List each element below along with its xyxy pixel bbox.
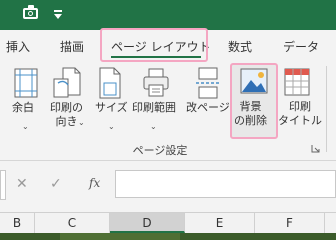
formula-input[interactable] — [115, 170, 336, 198]
column-header-c[interactable]: C — [35, 213, 110, 233]
column-header-e[interactable]: E — [185, 213, 255, 233]
column-header-d[interactable]: D — [110, 213, 185, 233]
print-titles-icon[interactable] — [284, 68, 310, 96]
print-area-caret[interactable]: ⌄ — [150, 122, 157, 131]
delete-background-icon[interactable] — [240, 68, 268, 96]
tab-insert[interactable]: 挿入 — [6, 38, 30, 55]
name-box[interactable] — [0, 170, 6, 200]
title-bar — [0, 0, 336, 30]
confirm-entry-icon[interactable]: ✓ — [50, 176, 62, 192]
insert-function-icon[interactable]: fx — [89, 176, 100, 190]
camera-icon[interactable] — [23, 5, 38, 19]
breaks-label[interactable]: 改ページ — [186, 101, 230, 115]
print-area-icon[interactable] — [143, 68, 171, 98]
print-titles-label[interactable]: 印刷 タイトル — [278, 100, 322, 128]
dialog-launcher-icon[interactable] — [311, 144, 320, 153]
margins-label[interactable]: 余白 — [12, 101, 34, 115]
margins-icon[interactable] — [14, 68, 38, 98]
breaks-icon[interactable] — [195, 67, 221, 99]
tab-formulas[interactable]: 数式 — [228, 38, 252, 55]
page-setup-group-label: ページ設定 — [132, 144, 188, 157]
tab-draw[interactable]: 描画 — [60, 38, 84, 55]
active-tab-underline — [111, 56, 201, 58]
size-icon[interactable] — [99, 67, 123, 99]
sheet-background-image — [0, 233, 336, 240]
column-header-b[interactable]: B — [0, 213, 35, 233]
delete-background-label[interactable]: 背景 の削除 — [234, 100, 267, 128]
orientation-caret[interactable]: ⌄ — [78, 118, 85, 127]
cancel-entry-icon[interactable]: ✕ — [16, 176, 28, 192]
margins-caret[interactable]: ⌄ — [22, 122, 29, 131]
column-header-f[interactable]: F — [255, 213, 325, 233]
customize-quick-access-icon[interactable] — [52, 7, 64, 21]
size-caret[interactable]: ⌄ — [108, 122, 115, 131]
orientation-icon[interactable] — [53, 67, 81, 99]
size-label[interactable]: サイズ — [95, 101, 128, 115]
print-area-label[interactable]: 印刷範囲 — [132, 101, 176, 115]
tab-data[interactable]: データ — [283, 38, 319, 55]
column-headers: B C D E F — [0, 212, 336, 234]
ribbon-separator — [326, 66, 327, 152]
